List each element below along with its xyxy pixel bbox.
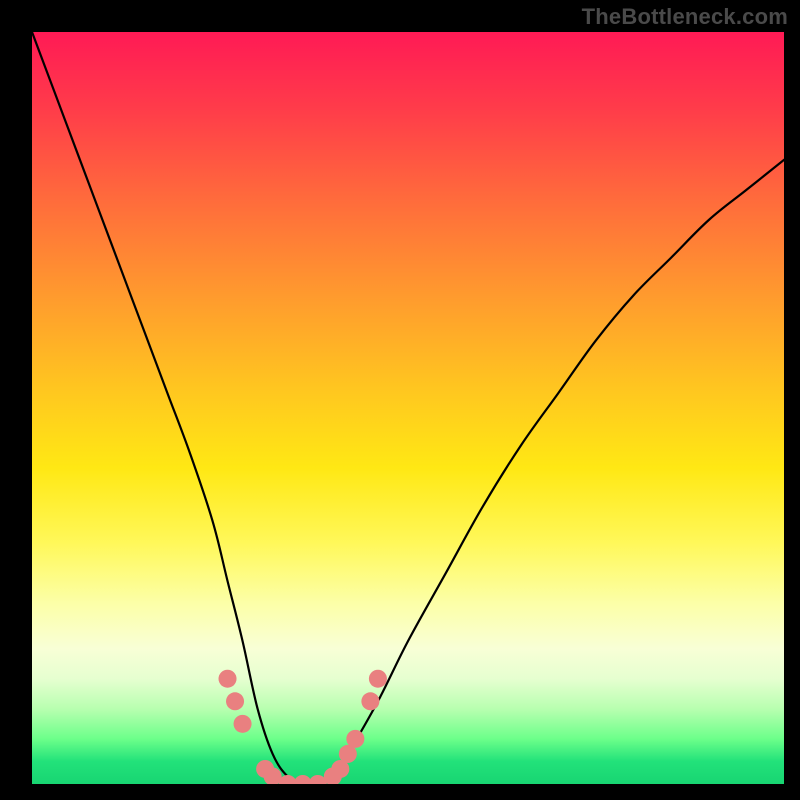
highlight-dot bbox=[234, 715, 252, 733]
highlight-dot bbox=[361, 692, 379, 710]
chart-container: TheBottleneck.com bbox=[0, 0, 800, 800]
highlight-dots bbox=[219, 670, 387, 784]
highlight-dot bbox=[226, 692, 244, 710]
highlight-dot bbox=[346, 730, 364, 748]
highlight-dot bbox=[219, 670, 237, 688]
plot-area bbox=[32, 32, 784, 784]
watermark-text: TheBottleneck.com bbox=[582, 4, 788, 30]
curve-svg bbox=[32, 32, 784, 784]
highlight-dot bbox=[369, 670, 387, 688]
penalty-curve bbox=[32, 32, 784, 784]
